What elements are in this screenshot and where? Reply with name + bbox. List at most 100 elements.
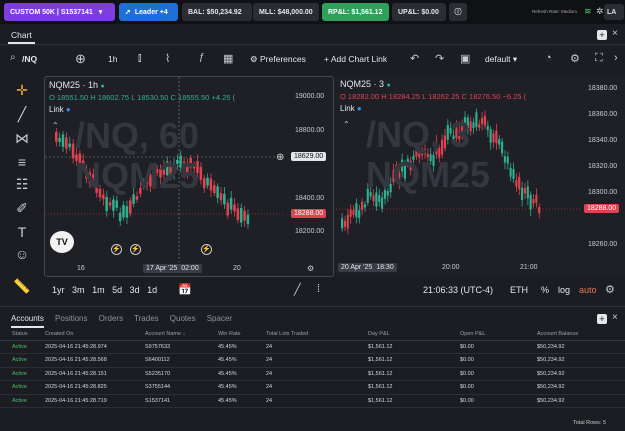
gear-icon[interactable]: ⚙ bbox=[570, 52, 580, 65]
indicators-icon[interactable]: ⌇ bbox=[165, 52, 170, 65]
crosshair-time-label: 17 Apr '25 02:00 bbox=[143, 264, 202, 273]
range-1m[interactable]: 1m bbox=[92, 285, 105, 295]
auto-toggle[interactable]: auto bbox=[579, 285, 597, 295]
left-chart-pane[interactable]: /NQ, 60 NQM25 NQM25 · 1h ● O 18551.50 H … bbox=[44, 76, 334, 277]
range-1yr[interactable]: 1yr bbox=[52, 285, 65, 295]
range-3m[interactable]: 3m bbox=[72, 285, 85, 295]
col-created-on[interactable]: Created On bbox=[45, 329, 145, 341]
range-5d[interactable]: 5d bbox=[112, 285, 122, 295]
left-link-label[interactable]: Link ● bbox=[49, 105, 71, 114]
bar-type-icon[interactable]: ⫾ bbox=[138, 52, 142, 65]
session-button[interactable]: ETH bbox=[510, 285, 528, 295]
redo-icon[interactable]: ↷ bbox=[435, 52, 444, 65]
ruler-icon[interactable]: 📏 bbox=[8, 276, 36, 296]
save-layout-icon[interactable]: ▣ bbox=[460, 52, 470, 65]
network-tool-icon[interactable]: ⋈ bbox=[8, 128, 36, 148]
add-symbol-icon[interactable]: ⊕ bbox=[75, 51, 86, 67]
pattern-icon[interactable]: ☷ bbox=[8, 174, 36, 194]
timer-icon[interactable]: ◔ bbox=[545, 52, 552, 64]
undo-icon[interactable]: ↶ bbox=[410, 52, 419, 65]
col-win-rate[interactable]: Win Rate bbox=[218, 329, 266, 341]
percent-toggle[interactable]: % bbox=[541, 285, 549, 295]
trendline-icon[interactable]: ╱ bbox=[8, 104, 36, 124]
chevron-right-icon[interactable]: › bbox=[614, 52, 618, 64]
candle-body bbox=[118, 212, 122, 222]
layout-select[interactable]: default ▾ bbox=[485, 54, 517, 65]
settings-icon[interactable]: ✲ bbox=[596, 6, 604, 17]
leader-button[interactable]: ➚ Leader +4 bbox=[119, 3, 178, 21]
col-status[interactable]: Status bbox=[0, 329, 45, 341]
collapse-icon[interactable]: ⌃ bbox=[343, 120, 350, 129]
table-cell: $1,561.12 bbox=[368, 367, 460, 381]
symbol-input[interactable]: /NQ bbox=[22, 54, 37, 64]
log-toggle[interactable]: log bbox=[558, 285, 570, 295]
col-balance[interactable]: Account Balance bbox=[537, 329, 625, 341]
crosshair-icon[interactable]: ✛ bbox=[8, 80, 36, 100]
text-tool-icon[interactable]: T bbox=[8, 222, 36, 242]
tab-orders[interactable]: Orders bbox=[99, 314, 123, 323]
event-marker-icon[interactable]: ⚡ bbox=[130, 244, 141, 255]
search-icon[interactable]: ⌕ bbox=[10, 52, 16, 63]
fullscreen-icon[interactable]: ⛶ bbox=[595, 52, 603, 65]
settings-icon[interactable]: ⚙ bbox=[605, 283, 615, 296]
left-chart-title: NQM25 · 1h ● bbox=[49, 80, 105, 90]
table-row[interactable]: Active 2025-04-16 21:45:28.719 S1537141 45.… bbox=[0, 394, 625, 408]
range-1d[interactable]: 1d bbox=[147, 285, 157, 295]
date-range-icon[interactable]: 📅 bbox=[178, 283, 192, 296]
col-day-pl[interactable]: Day P&L bbox=[368, 329, 460, 341]
tab-quotes[interactable]: Quotes bbox=[170, 314, 196, 323]
fib-icon[interactable]: ≡ bbox=[8, 152, 36, 172]
candle-body bbox=[489, 129, 492, 143]
account-selector[interactable]: CUSTOM 50K | S1537141 ▾ bbox=[4, 3, 115, 21]
table-cell: $0.00 bbox=[460, 394, 537, 408]
add-panel-icon[interactable]: + bbox=[597, 314, 607, 324]
clock-time[interactable]: 21:06:33 (UTC-4) bbox=[423, 285, 493, 295]
trendline-icon[interactable]: ╱ bbox=[294, 283, 301, 296]
tab-trades[interactable]: Trades bbox=[134, 314, 159, 323]
range-3d[interactable]: 3d bbox=[130, 285, 140, 295]
candle-body bbox=[209, 178, 213, 191]
close-icon[interactable]: × bbox=[612, 28, 618, 39]
col-account-name[interactable]: Account Name ↓ bbox=[145, 329, 218, 341]
table-row[interactable]: Active 2025-04-16 21:45:28.825 S3755144 45.… bbox=[0, 380, 625, 395]
col-lots[interactable]: Total Lots Traded bbox=[266, 329, 368, 341]
candle-body bbox=[349, 209, 352, 217]
add-panel-icon[interactable]: + bbox=[597, 30, 607, 40]
language-button[interactable]: LA bbox=[604, 4, 624, 20]
left-watermark-symbol: /NQ, 60 bbox=[75, 115, 200, 156]
table-cell: $50,234.92 bbox=[537, 367, 625, 381]
interval-button[interactable]: 1h bbox=[108, 54, 117, 64]
add-alert-icon[interactable]: ⊕ bbox=[276, 152, 284, 163]
function-icon[interactable]: ƒ bbox=[199, 52, 205, 63]
right-chart-title: NQM25 · 3 ● bbox=[340, 79, 391, 89]
candle-body bbox=[346, 214, 349, 229]
table-row[interactable]: Active 2025-04-16 21:45:28.151 S5235170 45.… bbox=[0, 367, 625, 381]
layout-grid-icon[interactable]: ▦ bbox=[223, 52, 233, 65]
preferences-button[interactable]: ⚙ Preferences bbox=[250, 54, 306, 65]
event-marker-icon[interactable]: ⚡ bbox=[111, 244, 122, 255]
chart-settings-icon[interactable]: ⚙ bbox=[307, 264, 314, 273]
chart-tab[interactable]: Chart bbox=[11, 30, 32, 40]
add-chart-link-button[interactable]: + Add Chart Link bbox=[324, 54, 387, 64]
emoji-icon[interactable]: ☺ bbox=[8, 244, 36, 264]
event-marker-icon[interactable]: ⚡ bbox=[201, 244, 212, 255]
tab-positions[interactable]: Positions bbox=[55, 314, 87, 323]
col-open-pl[interactable]: Open P&L bbox=[460, 329, 537, 341]
info-icon[interactable]: ⓘ bbox=[449, 3, 467, 21]
right-chart-pane[interactable]: /NQ, 3 NQM25 NQM25 · 3 ● O 18282.00 H 18… bbox=[336, 76, 625, 277]
close-icon[interactable]: × bbox=[612, 312, 618, 323]
collapse-icon[interactable]: ⌃ bbox=[52, 121, 59, 130]
candle-body bbox=[219, 193, 223, 201]
candle-body bbox=[125, 206, 129, 218]
tab-spacer[interactable]: Spacer bbox=[207, 314, 232, 323]
table-row[interactable]: Active 2025-04-16 21:45:28.974 S9757633 45.… bbox=[0, 340, 625, 354]
fib-retracement-icon[interactable]: ⁞ bbox=[317, 283, 320, 295]
right-link-label[interactable]: Link ● bbox=[340, 104, 362, 113]
candle-body bbox=[523, 188, 526, 194]
table-row[interactable]: Active 2025-04-16 21:45:28.568 S6400112 45.… bbox=[0, 353, 625, 368]
brush-icon[interactable]: ✐ bbox=[8, 198, 36, 218]
tab-accounts[interactable]: Accounts bbox=[11, 314, 44, 328]
candle-body bbox=[361, 201, 364, 210]
table-cell: S3755144 bbox=[145, 380, 218, 395]
chevron-down-icon: ▾ bbox=[98, 9, 103, 16]
